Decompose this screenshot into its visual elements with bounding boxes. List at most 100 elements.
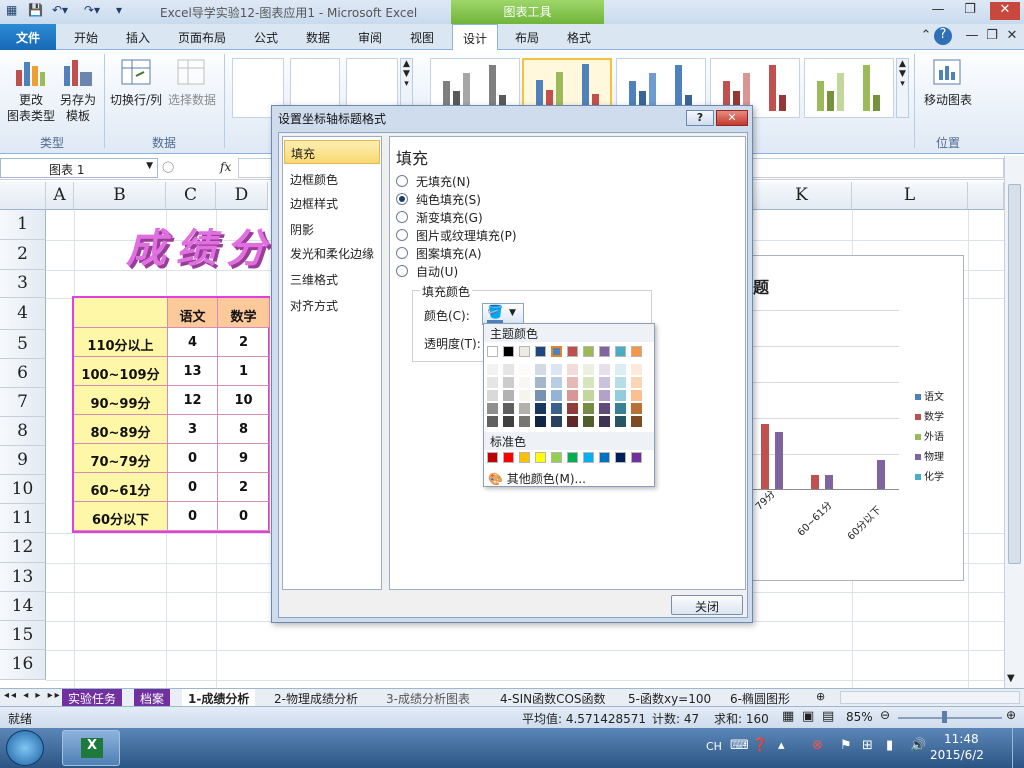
row-header[interactable]: 12 — [0, 533, 46, 563]
change-chart-type-button[interactable]: 更改 图表类型 — [2, 92, 60, 124]
page-layout-view-icon[interactable]: ▣ — [802, 709, 814, 724]
excel-app-icon[interactable]: ▦ — [6, 3, 17, 21]
chart-bar[interactable] — [877, 460, 885, 489]
theme-shade-swatch[interactable] — [631, 364, 642, 375]
row-header[interactable]: 13 — [0, 563, 46, 592]
table-cell[interactable]: 0 — [168, 444, 218, 473]
row-label[interactable]: 60~61分 — [74, 473, 168, 502]
tab-file[interactable]: 文件 — [0, 24, 56, 50]
nav-fill[interactable]: 填充 — [284, 140, 380, 164]
theme-shade-swatch[interactable] — [503, 416, 514, 427]
nav-shadow[interactable]: 阴影 — [284, 217, 380, 241]
theme-color-swatch[interactable] — [599, 346, 610, 357]
row-header[interactable]: 6 — [0, 359, 46, 388]
chart-style-scroll[interactable]: ▲ ▼ ▾ — [896, 58, 909, 118]
theme-shade-swatch[interactable] — [615, 377, 626, 388]
theme-shade-swatch[interactable] — [567, 377, 578, 388]
sheet-tab[interactable]: 5-函数xy=100 — [622, 689, 717, 707]
row-header[interactable]: 10 — [0, 475, 46, 504]
standard-color-swatch[interactable] — [567, 452, 578, 463]
table-cell[interactable]: 10 — [218, 386, 270, 415]
theme-shade-swatch[interactable] — [583, 390, 594, 401]
sheet-tab[interactable]: 实验任务 — [62, 689, 123, 707]
theme-shade-swatch[interactable] — [503, 364, 514, 375]
chart-bar[interactable] — [775, 432, 783, 489]
theme-shade-swatch[interactable] — [599, 364, 610, 375]
table-cell[interactable]: 4 — [168, 328, 218, 357]
standard-color-swatch[interactable] — [535, 452, 546, 463]
tab-view[interactable]: 视图 — [396, 24, 448, 50]
theme-shade-swatch[interactable] — [631, 403, 642, 414]
label-automatic[interactable]: 自动(U) — [416, 263, 458, 280]
row-header[interactable]: 7 — [0, 388, 46, 417]
tab-home[interactable]: 开始 — [60, 24, 112, 50]
scroll-thumb[interactable] — [1008, 184, 1021, 564]
theme-shade-swatch[interactable] — [519, 364, 530, 375]
zoom-level[interactable]: 85% — [846, 710, 873, 724]
row-header[interactable]: 2 — [0, 240, 46, 270]
theme-shade-swatch[interactable] — [487, 377, 498, 388]
table-cell[interactable]: 1 — [218, 357, 270, 386]
theme-shade-swatch[interactable] — [519, 390, 530, 401]
theme-shade-swatch[interactable] — [615, 390, 626, 401]
insert-function-icon[interactable]: fx — [220, 160, 231, 174]
row-label[interactable]: 100~109分 — [74, 357, 168, 386]
standard-color-swatch[interactable] — [503, 452, 514, 463]
chart-title[interactable]: 题 — [753, 274, 769, 298]
sheet-tab[interactable]: 3-成绩分析图表 — [380, 689, 476, 707]
radio-solid-fill[interactable] — [396, 193, 408, 205]
row-header[interactable]: 11 — [0, 504, 46, 533]
radio-gradient-fill[interactable] — [396, 211, 408, 223]
save-as-template-button[interactable]: 另存为 模板 — [54, 92, 102, 124]
column-header[interactable]: K — [752, 182, 852, 210]
theme-color-swatch[interactable] — [487, 346, 498, 357]
standard-color-swatch[interactable] — [631, 452, 642, 463]
table-cell[interactable]: 12 — [168, 386, 218, 415]
theme-shade-swatch[interactable] — [567, 416, 578, 427]
radio-picture-fill[interactable] — [396, 229, 408, 241]
theme-shade-swatch[interactable] — [631, 390, 642, 401]
chart-bar[interactable] — [825, 475, 833, 489]
standard-color-swatch[interactable] — [551, 452, 562, 463]
clock-time[interactable]: 11:48 — [944, 732, 979, 746]
embedded-chart[interactable]: 题 79分 60~61分 60分以下 语文 数学 外语 物理 化学 — [752, 255, 964, 581]
restore-button[interactable]: ❐ — [956, 2, 984, 20]
row-header[interactable]: 8 — [0, 417, 46, 446]
dialog-close-icon[interactable]: ✕ — [716, 110, 748, 126]
theme-shade-swatch[interactable] — [615, 416, 626, 427]
theme-shade-swatch[interactable] — [567, 403, 578, 414]
tray-arrow-icon[interactable]: ▴ — [778, 738, 785, 753]
nav-3d-format[interactable]: 三维格式 — [284, 267, 380, 291]
table-cell[interactable]: 0 — [168, 502, 218, 531]
table-cell[interactable]: 13 — [168, 357, 218, 386]
chart-legend[interactable]: 语文 数学 外语 物理 化学 — [915, 388, 963, 488]
windows-icon[interactable]: ⊞ — [862, 738, 873, 753]
tab-design[interactable]: 设计 — [452, 24, 498, 51]
nav-glow-soft-edges[interactable]: 发光和柔化边缘 — [284, 241, 380, 265]
row-header[interactable]: 16 — [0, 650, 46, 680]
theme-color-swatch[interactable] — [567, 346, 578, 357]
tab-review[interactable]: 审阅 — [344, 24, 396, 50]
close-button[interactable]: 关闭 — [671, 595, 743, 615]
label-solid-fill[interactable]: 纯色填充(S) — [416, 191, 481, 208]
sheet-tab-active[interactable]: 1-成绩分析 — [182, 689, 256, 707]
keyboard-icon[interactable]: ⌨ — [730, 738, 749, 753]
vertical-scrollbar[interactable]: ▼ — [1004, 156, 1024, 688]
column-header[interactable]: L — [852, 182, 968, 210]
dialog-help-button[interactable]: ? — [686, 110, 714, 126]
column-header[interactable]: B — [74, 182, 166, 210]
help-icon[interactable]: ? — [934, 27, 952, 45]
theme-shade-swatch[interactable] — [519, 403, 530, 414]
tab-layout[interactable]: 布局 — [502, 24, 552, 50]
nav-border-color[interactable]: 边框颜色 — [284, 167, 380, 191]
table-cell[interactable]: 2 — [218, 473, 270, 502]
theme-shade-swatch[interactable] — [487, 364, 498, 375]
network-icon[interactable]: ▮ — [886, 738, 893, 753]
flag-icon[interactable]: ⚑ — [840, 738, 852, 753]
row-header[interactable]: 3 — [0, 270, 46, 298]
table-cell[interactable]: 0 — [218, 502, 270, 531]
row-label[interactable]: 60分以下 — [74, 502, 168, 531]
label-no-fill[interactable]: 无填充(N) — [416, 173, 470, 190]
theme-shade-swatch[interactable] — [535, 364, 546, 375]
tab-page-layout[interactable]: 页面布局 — [164, 24, 240, 50]
